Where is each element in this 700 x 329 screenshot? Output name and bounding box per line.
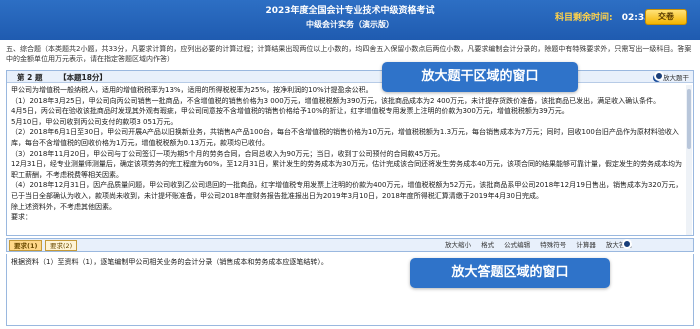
requirement-text: 根据资料（1）至资料（1），逐笔编制甲公司相关业务的会计分录（销售成本和劳务成本… xyxy=(11,258,328,266)
question-line: 甲公司为增值税一般纳税人，适用的增值税税率为13%，适用的所得税税率为25%，按… xyxy=(11,86,373,94)
scrollbar-thumb[interactable] xyxy=(687,89,691,149)
toolbar-calculator[interactable]: 计算器 xyxy=(576,241,596,249)
question-line: 5月10日，甲公司收到丙公司支付的款项3 051万元。 xyxy=(11,117,178,126)
question-line: 要求： xyxy=(11,213,32,222)
toolbar-formula[interactable]: 公式编辑 xyxy=(504,241,530,249)
question-line: （4）2018年12月31日，因产品质量问题，甲公司收到乙公司退回的一批商品，红… xyxy=(11,181,683,200)
question-line: （1）2018年3月25日，甲公司向丙公司销售一批商品，不含增值税的销售价格为3… xyxy=(11,96,661,105)
section-instructions: 五、综合题（本类题共2小题，共33分，凡要求计算的，应列出必要的计算过程；计算结… xyxy=(0,42,700,68)
question-line: 除上述资料外，不考虑其他因素。 xyxy=(11,202,116,211)
question-line: （2）2018年6月1日至30日，甲公司开展A产品以旧换新业务，共销售A产品10… xyxy=(11,128,679,147)
toolbar-zoom[interactable]: 放大缩小 xyxy=(445,241,471,249)
question-score: 【本题18分】 xyxy=(59,73,107,82)
question-body: 甲公司为增值税一般纳税人，适用的增值税税率为13%，适用的所得税税率为25%，按… xyxy=(11,85,683,235)
toolbar-format[interactable]: 格式 xyxy=(481,241,494,249)
answer-tabbar: 要求(1) 要求(2) 放大缩小 格式 公式编辑 特殊符号 计算器 放大答题 xyxy=(6,238,694,252)
zoom-answer-callout: 放大答题区域的窗口 xyxy=(410,258,610,288)
pointer-dot-upper xyxy=(654,71,664,81)
submit-exam-button[interactable]: 交卷 xyxy=(645,9,687,25)
question-panel: 第 2 题 【本题18分】 放大题干 甲公司为增值税一般纳税人，适用的增值税税率… xyxy=(6,70,694,236)
zoom-question-label: 放大题干 xyxy=(663,74,689,82)
question-header: 第 2 题 【本题18分】 放大题干 xyxy=(7,71,693,83)
toolbar-special-char[interactable]: 特殊符号 xyxy=(540,241,566,249)
question-number: 第 2 题 xyxy=(17,73,43,82)
pointer-dot-lower xyxy=(622,239,632,249)
question-line: （3）2018年11月20日，甲公司与丁公司签订一项为期5个月的劳务合同，合同总… xyxy=(11,149,445,158)
question-line: 4月5日，丙公司在验收该批商品时发现其外观有瑕疵，甲公司同意按不含增值税的销售价… xyxy=(11,107,569,116)
zoom-question-callout: 放大题干区域的窗口 xyxy=(382,62,578,92)
exam-header: 2023年度全国会计专业技术中级资格考试 中级会计实务（演示版） 科目剩余时间:… xyxy=(0,0,700,40)
tab-requirement-2[interactable]: 要求(2) xyxy=(45,240,78,251)
answer-toolbar: 放大缩小 格式 公式编辑 特殊符号 计算器 放大答题 xyxy=(445,240,640,251)
question-line: 12月31日，经专业测量师测量后，确定该项劳务的完工程度为60%，至12月31日… xyxy=(11,160,682,179)
question-scrollbar[interactable] xyxy=(686,85,692,235)
tab-requirement-1[interactable]: 要求(1) xyxy=(9,240,43,251)
timer-label: 科目剩余时间: xyxy=(555,13,613,23)
